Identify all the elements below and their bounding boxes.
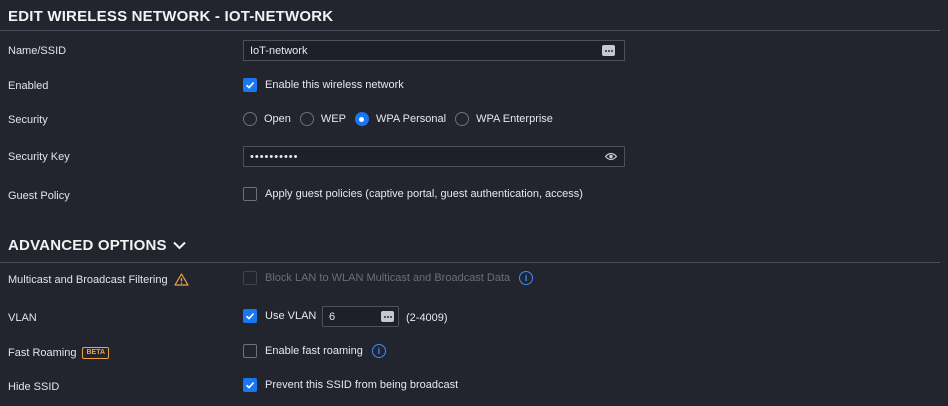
- hide-ssid-checkbox-label: Prevent this SSID from being broadcast: [265, 379, 459, 391]
- security-option-wpa-personal: WPA Personal: [375, 113, 447, 125]
- vlan-id-value: 6: [329, 310, 336, 323]
- security-radio-wpa-personal[interactable]: [354, 112, 369, 126]
- ssid-input[interactable]: IoT-network: [243, 40, 625, 61]
- security-key-value: ••••••••••: [250, 150, 299, 163]
- security-option-open: Open: [264, 113, 291, 125]
- security-radio-group: Open WEP WPA Personal WPA Enterprise: [243, 112, 562, 126]
- warning-icon: [173, 273, 189, 286]
- check-icon: [245, 382, 255, 389]
- info-icon[interactable]: i: [371, 344, 386, 358]
- check-icon: [245, 313, 255, 320]
- security-key-label: Security Key: [8, 151, 70, 163]
- security-radio-open[interactable]: [243, 112, 257, 126]
- use-vlan-checkbox[interactable]: [243, 309, 257, 323]
- guest-policy-checkbox-label: Apply guest policies (captive portal, gu…: [265, 188, 583, 200]
- info-icon[interactable]: i: [519, 271, 534, 285]
- fast-roaming-label-row: Fast Roaming BETA: [8, 347, 110, 359]
- hide-ssid-control: Prevent this SSID from being broadcast: [243, 378, 458, 392]
- vlan-range-hint: (2-4009): [406, 312, 448, 324]
- advanced-options-title: ADVANCED OPTIONS: [8, 237, 167, 254]
- multicast-label-row: Multicast and Broadcast Filtering: [8, 273, 189, 286]
- beta-badge: BETA: [82, 347, 110, 359]
- enabled-label: Enabled: [8, 80, 49, 92]
- title-divider: [0, 30, 940, 31]
- more-options-icon[interactable]: [381, 311, 394, 322]
- hide-ssid-checkbox[interactable]: [243, 378, 257, 392]
- multicast-label: Multicast and Broadcast Filtering: [8, 273, 168, 286]
- advanced-options-toggle[interactable]: ADVANCED OPTIONS: [8, 237, 186, 254]
- multicast-filter-label: Block LAN to WLAN Multicast and Broadcas…: [265, 272, 511, 284]
- security-radio-wpa-enterprise[interactable]: [455, 112, 470, 126]
- fast-roaming-control: Enable fast roaming i: [243, 344, 386, 358]
- more-options-icon[interactable]: [602, 45, 615, 56]
- security-label: Security: [8, 114, 48, 126]
- guest-policy-control: Apply guest policies (captive portal, gu…: [243, 187, 583, 201]
- fast-roaming-label: Fast Roaming: [8, 347, 77, 359]
- security-option-wpa-enterprise: WPA Enterprise: [476, 113, 553, 125]
- ssid-value: IoT-network: [250, 44, 308, 57]
- security-radio-wep[interactable]: [299, 112, 314, 126]
- chevron-down-icon: [173, 241, 186, 250]
- hide-ssid-label: Hide SSID: [8, 381, 60, 393]
- fast-roaming-checkbox[interactable]: [243, 344, 257, 358]
- advanced-divider: [0, 262, 940, 263]
- check-icon: [245, 82, 255, 89]
- enabled-control: Enable this wireless network: [243, 78, 404, 92]
- security-key-input[interactable]: ••••••••••: [243, 146, 625, 167]
- multicast-filter-checkbox[interactable]: [243, 271, 257, 285]
- guest-policy-checkbox[interactable]: [243, 187, 257, 201]
- enable-network-checkbox[interactable]: [243, 78, 257, 92]
- security-option-wep: WEP: [320, 113, 346, 125]
- multicast-control: Block LAN to WLAN Multicast and Broadcas…: [243, 271, 534, 285]
- page-title: EDIT WIRELESS NETWORK - IOT-NETWORK: [8, 8, 334, 25]
- enable-network-label: Enable this wireless network: [265, 79, 404, 91]
- use-vlan-label: Use VLAN: [265, 310, 317, 322]
- name-label: Name/SSID: [8, 45, 67, 57]
- vlan-label: VLAN: [8, 312, 37, 324]
- guest-policy-label: Guest Policy: [8, 190, 70, 202]
- eye-icon[interactable]: [605, 152, 617, 161]
- vlan-control: Use VLAN: [243, 309, 316, 323]
- fast-roaming-checkbox-label: Enable fast roaming: [265, 345, 363, 357]
- vlan-id-input[interactable]: 6: [322, 306, 399, 327]
